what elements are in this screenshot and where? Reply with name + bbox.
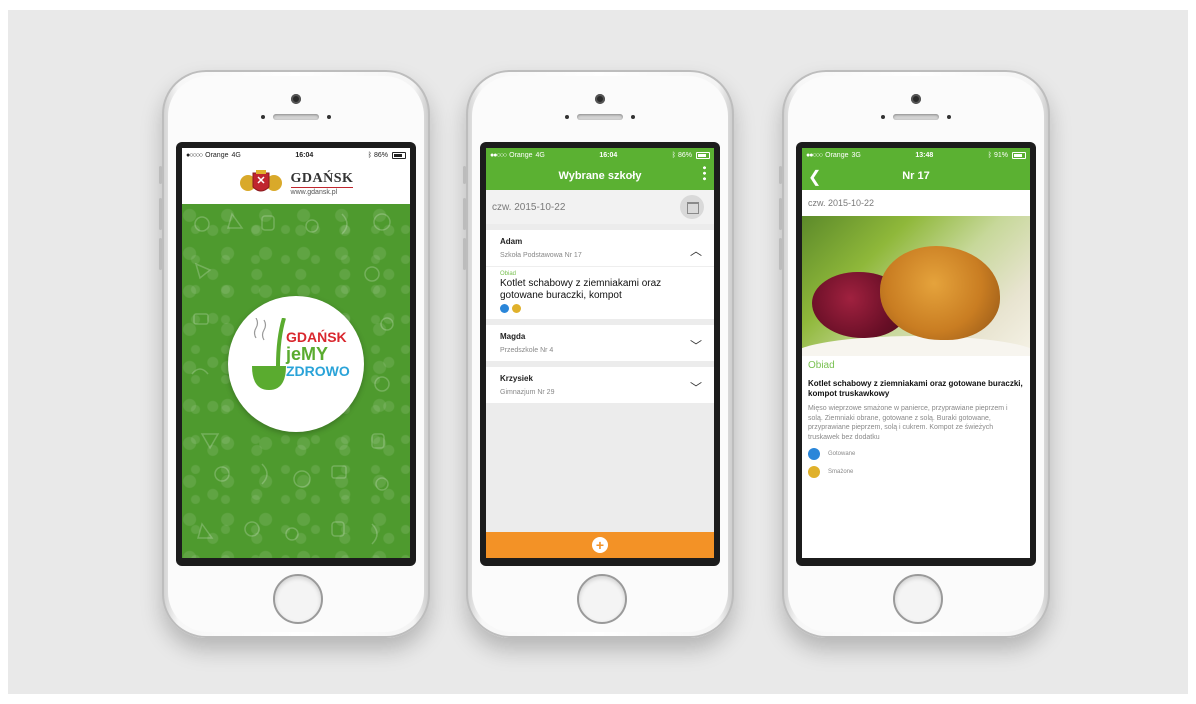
phone-meal-detail: ●●○○○ Orange 3G 13:48 ᛒ 91% ❮ Nr 17 czw.… [779,70,1050,638]
meal-photo [802,216,1030,356]
clock: 16:04 [599,151,618,159]
list-item[interactable]: Magda Przedszkole Nr 4 ﹀ [486,325,714,361]
phone-schools-list: ●●○○○ Orange 4G 16:04 ᛒ 86% Wybrane szko… [463,70,734,638]
status-bar: ●●○○○ Orange 4G 16:04 ᛒ 86% [486,148,714,162]
signal-icon: ●●○○○ [490,151,507,159]
front-camera [291,94,301,104]
battery-percent: 86% [677,151,692,159]
city-name: GDAŃSK [290,170,354,186]
list-item[interactable]: Krzysiek Gimnazjum Nr 29 ﹀ [486,367,714,403]
meal-summary[interactable]: Obiad Kotlet schabowy z ziemniakami oraz… [486,266,714,319]
children-list: Adam Szkoła Podstawowa Nr 17 ︿ Obiad Kot… [486,224,714,403]
logo-line-gdansk: GDAŃSK [286,329,347,345]
list-item[interactable]: Adam Szkoła Podstawowa Nr 17 ︿ [486,230,714,266]
meal-description: Mięso wieprzowe smażone w panierce, przy… [808,405,1008,441]
home-button[interactable] [893,574,943,624]
food-pattern-background: GDAŃSK jeMY ZDROWO [182,204,410,558]
network: 4G [535,151,545,159]
meal-title: Kotlet schabowy z ziemniakami oraz gotow… [808,379,1023,398]
logo-line-zdrowo: ZDROWO [286,362,350,379]
page-title: Nr 17 [902,170,930,182]
battery-percent: 91% [993,151,1008,159]
more-menu-icon[interactable] [703,165,706,181]
child-name: Magda [500,332,526,341]
chevron-down-icon[interactable]: ﹀ [690,379,702,396]
selected-date: czw. 2015-10-22 [808,198,875,208]
pan-icon [512,304,521,313]
child-name: Krzysiek [500,374,533,383]
network: 3G [851,151,861,159]
jemy-zdrowo-logo: GDAŃSK jeMY ZDROWO [228,296,364,432]
carrier: Orange [825,151,849,159]
bluetooth-icon: ᛒ [367,151,372,159]
pork-cutlet [880,246,1000,340]
schools-screen: ●●○○○ Orange 4G 16:04 ᛒ 86% Wybrane szko… [486,148,714,558]
meal-label: Obiad [500,271,517,277]
signal-icon: ●○○○○ [186,151,203,159]
school-name: Gimnazjum Nr 29 [500,389,555,396]
app-bar: ●●○○○ Orange 4G 16:04 ᛒ 86% Wybrane szko… [486,148,714,190]
app-bar: ●●○○○ Orange 3G 13:48 ᛒ 91% ❮ Nr 17 [802,148,1030,190]
carrier: Orange [205,151,229,159]
battery-percent: 86% [373,151,388,159]
splash-screen: ●○○○○ Orange 4G 16:04 ᛒ 86% GDAŃSK www.g… [182,148,410,558]
prep-method-label: Smażone [828,468,854,475]
meal-details: Obiad Kotlet schabowy z ziemniakami oraz… [802,356,1030,482]
meal-detail-screen: ●●○○○ Orange 3G 13:48 ᛒ 91% ❮ Nr 17 czw.… [802,148,1030,558]
prep-method-row: Smażone [808,465,1024,478]
carrier: Orange [509,151,533,159]
clock: 13:48 [915,151,934,159]
date-row: czw. 2015-10-22 [486,190,714,224]
earpiece-speaker [881,114,951,120]
earpiece-speaker [261,114,331,120]
child-name: Adam [500,237,523,246]
battery-icon [392,151,406,159]
calendar-icon[interactable] [680,195,704,219]
gdansk-crest-icon [239,170,282,192]
meal-name: Kotlet schabowy z ziemniakami oraz gotow… [500,278,662,301]
network: 4G [231,151,241,159]
date-row: czw. 2015-10-22 [802,190,1030,216]
status-bar: ●●○○○ Orange 3G 13:48 ᛒ 91% [802,148,1030,162]
home-button[interactable] [273,574,323,624]
prep-method-label: Gotowane [828,450,856,457]
signal-icon: ●●○○○ [806,151,823,159]
pan-icon [808,465,820,478]
prep-method-row: Gotowane [808,447,1024,460]
clock: 16:04 [295,151,314,159]
back-arrow-icon[interactable]: ❮ [808,165,821,191]
home-button[interactable] [577,574,627,624]
bluetooth-icon: ᛒ [987,151,992,159]
plus-icon[interactable]: + [592,537,608,553]
chevron-up-icon[interactable]: ︿ [690,242,702,259]
school-name: Przedszkole Nr 4 [500,347,554,354]
status-bar: ●○○○○ Orange 4G 16:04 ᛒ 86% [182,148,410,162]
bluetooth-icon: ᛒ [671,151,676,159]
school-name: Szkoła Podstawowa Nr 17 [500,252,582,259]
front-camera [911,94,921,104]
gdansk-header: GDAŃSK www.gdansk.pl [182,162,410,205]
add-school-bar[interactable]: + [486,532,714,558]
earpiece-speaker [565,114,635,120]
city-url[interactable]: www.gdansk.pl [290,186,354,196]
battery-icon [1012,151,1026,159]
pot-icon [808,447,820,460]
meal-label: Obiad [808,360,835,371]
chevron-down-icon[interactable]: ﹀ [690,337,702,354]
front-camera [595,94,605,104]
battery-icon [696,151,710,159]
pot-icon [500,304,509,313]
logo-line-jemy: jeMY [286,343,329,364]
page-title: Wybrane szkoły [558,170,642,182]
ladle-icon [252,318,286,390]
selected-date: czw. 2015-10-22 [492,201,566,213]
phone-splash: ●○○○○ Orange 4G 16:04 ᛒ 86% GDAŃSK www.g… [159,70,430,638]
